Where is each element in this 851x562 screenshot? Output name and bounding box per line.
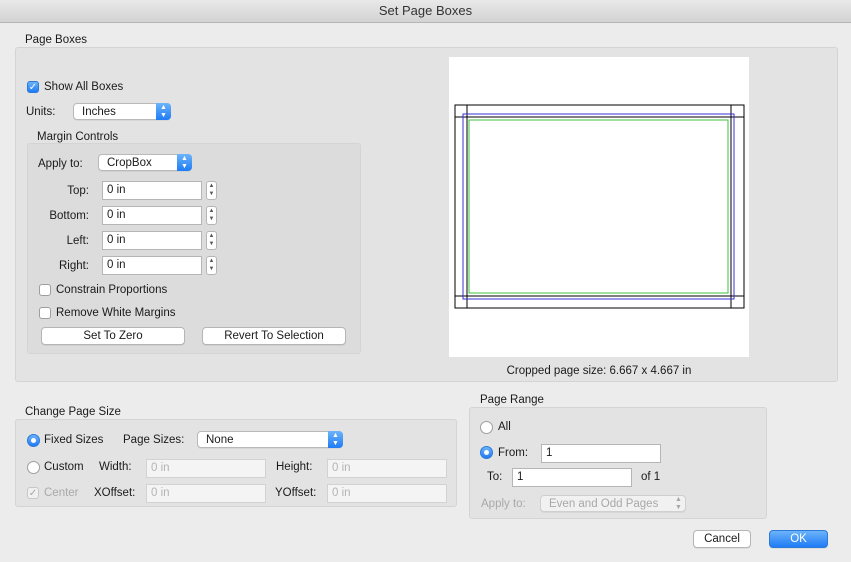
change-page-size-title: Change Page Size [25,406,121,418]
ok-button[interactable]: OK [769,530,828,548]
cancel-button[interactable]: Cancel [693,530,751,548]
all-pages-radio[interactable] [480,421,493,434]
media-box [454,104,745,309]
chevron-updown-icon: ▲ ▼ [675,496,682,511]
width-field[interactable]: 0 in [146,459,266,478]
constrain-proportions-label: Constrain Proportions [56,284,168,296]
units-value: Inches [82,106,116,118]
left-field[interactable]: 0 in [102,231,202,250]
remove-white-margins-label: Remove White Margins [56,307,176,319]
page-sizes-value: None [206,434,234,446]
margin-controls-title: Margin Controls [37,131,119,143]
units-popup[interactable]: Inches ▲ ▼ [73,103,171,120]
yoffset-field[interactable]: 0 in [327,484,447,503]
page-boxes-diagram [454,104,745,309]
page-sizes-popup[interactable]: None ▲ ▼ [197,431,343,448]
range-apply-to-popup[interactable]: Even and Odd Pages ▲ ▼ [540,495,686,512]
window-title: Set Page Boxes [0,0,851,23]
apply-to-value: CropBox [107,157,152,169]
page-preview [449,57,749,357]
range-apply-to-label: Apply to: [481,498,526,510]
left-label: Left: [66,235,89,247]
to-field[interactable]: 1 [512,468,632,487]
custom-label: Custom [44,461,84,473]
show-all-boxes-checkbox[interactable]: ✓ [27,81,39,93]
right-stepper[interactable]: ▲ ▼ [206,256,217,275]
show-all-boxes-label: Show All Boxes [44,81,124,93]
apply-to-label: Apply to: [38,158,83,170]
units-label: Units: [26,106,56,118]
page-range-title: Page Range [480,394,544,406]
from-label: From: [498,447,529,459]
range-apply-to-value: Even and Odd Pages [549,498,659,510]
width-label: Width: [99,461,132,473]
xoffset-label: XOffset: [94,487,136,499]
right-field[interactable]: 0 in [102,256,202,275]
page-total: of 1 [641,471,661,483]
top-label: Top: [67,185,89,197]
trim-box [468,119,729,294]
fixed-sizes-label: Fixed Sizes [44,434,104,446]
page-boxes-title: Page Boxes [25,34,88,46]
left-stepper[interactable]: ▲ ▼ [206,231,217,250]
custom-radio[interactable] [27,461,40,474]
top-field[interactable]: 0 in [102,181,202,200]
bottom-label: Bottom: [49,210,89,222]
height-label: Height: [276,461,313,473]
right-label: Right: [58,260,89,272]
center-label: Center [44,487,79,499]
chevron-updown-icon: ▲ ▼ [156,103,171,120]
remove-white-margins-checkbox[interactable] [39,307,51,319]
set-to-zero-button[interactable]: Set To Zero [41,327,185,345]
bottom-field[interactable]: 0 in [102,206,202,225]
top-stepper[interactable]: ▲ ▼ [206,181,217,200]
page-sizes-label: Page Sizes: [123,434,185,446]
from-field[interactable]: 1 [541,444,661,463]
center-checkbox[interactable]: ✓ [27,487,39,499]
revert-to-selection-button[interactable]: Revert To Selection [202,327,346,345]
from-radio[interactable] [480,446,493,459]
constrain-proportions-checkbox[interactable] [39,284,51,296]
height-field[interactable]: 0 in [327,459,447,478]
xoffset-field[interactable]: 0 in [146,484,266,503]
apply-to-popup[interactable]: CropBox ▲ ▼ [98,154,192,171]
chevron-updown-icon: ▲ ▼ [177,154,192,171]
chevron-updown-icon: ▲ ▼ [328,431,343,448]
to-label: To: [487,471,503,483]
cropped-page-size: Cropped page size: 6.667 x 4.667 in [506,365,692,377]
yoffset-label: YOffset: [275,487,317,499]
fixed-sizes-radio[interactable] [27,434,40,447]
crop-box [462,113,735,300]
bottom-stepper[interactable]: ▲ ▼ [206,206,217,225]
all-pages-label: All [498,421,511,433]
